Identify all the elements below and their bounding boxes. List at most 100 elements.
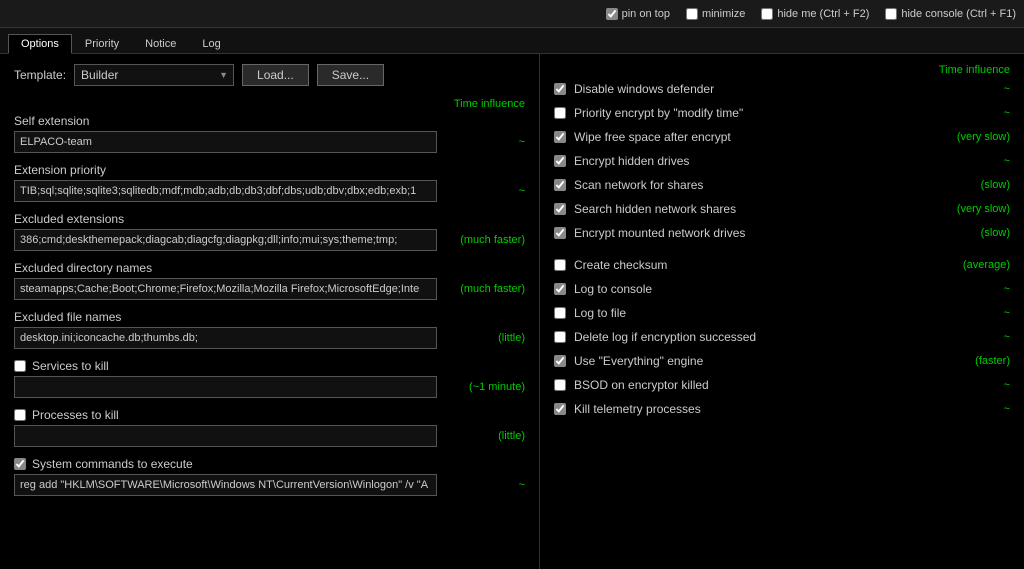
checkbox-encrypt-mounted-network-drives[interactable]	[554, 227, 566, 239]
option-note-encrypt-hidden-drives: ~	[940, 155, 1010, 167]
check-hide-console[interactable]: hide console (Ctrl + F1)	[885, 8, 1016, 20]
checkbox-disable-windows-defender[interactable]	[554, 83, 566, 95]
checkbox-pin-on-top[interactable]	[606, 8, 618, 20]
option-note-priority-encrypt-modify-time: ~	[940, 107, 1010, 119]
checkbox-search-hidden-network-shares[interactable]	[554, 203, 566, 215]
checkbox-wipe-free-space[interactable]	[554, 131, 566, 143]
option-note-log-to-file: ~	[940, 307, 1010, 319]
option-label-priority-encrypt-modify-time: Priority encrypt by "modify time"	[574, 106, 940, 120]
field-label-self-extension: Self extension	[14, 114, 525, 128]
option-note-delete-log-if-encryption-successed: ~	[940, 331, 1010, 343]
option-row-log-to-console: Log to console~	[554, 280, 1010, 298]
tabs-bar: OptionsPriorityNoticeLog	[0, 28, 1024, 54]
field-label-system-commands: System commands to execute	[14, 457, 525, 471]
option-row-create-checksum: Create checksum(average)	[554, 256, 1010, 274]
main-content: Template: Builder Default Load... Save..…	[0, 54, 1024, 569]
label-text-excluded-directory-names: Excluded directory names	[14, 261, 152, 275]
option-label-search-hidden-network-shares: Search hidden network shares	[574, 202, 940, 216]
input-excluded-directory-names[interactable]	[14, 278, 437, 300]
load-button[interactable]: Load...	[242, 64, 309, 86]
field-label-excluded-file-names: Excluded file names	[14, 310, 525, 324]
check-label-hide-console: hide console (Ctrl + F1)	[901, 8, 1016, 20]
checkbox-priority-encrypt-modify-time[interactable]	[554, 107, 566, 119]
field-section-extension-priority: Extension priority~	[14, 163, 525, 202]
check-label-minimize: minimize	[702, 8, 745, 20]
checkbox-services-to-kill[interactable]	[14, 360, 26, 372]
tab-options[interactable]: Options	[8, 34, 72, 54]
checkbox-system-commands[interactable]	[14, 458, 26, 470]
option-row-encrypt-hidden-drives: Encrypt hidden drives~	[554, 152, 1010, 170]
input-system-commands[interactable]	[14, 474, 437, 496]
option-label-log-to-console: Log to console	[574, 282, 940, 296]
checkbox-scan-network-shares[interactable]	[554, 179, 566, 191]
option-note-create-checksum: (average)	[940, 259, 1010, 271]
tab-log[interactable]: Log	[189, 34, 233, 54]
option-note-log-to-console: ~	[940, 283, 1010, 295]
option-label-encrypt-mounted-network-drives: Encrypt mounted network drives	[574, 226, 940, 240]
check-label-pin-on-top: pin on top	[622, 8, 670, 20]
input-excluded-extensions[interactable]	[14, 229, 437, 251]
field-row-excluded-directory-names: (much faster)	[14, 278, 525, 300]
checkbox-minimize[interactable]	[686, 8, 698, 20]
checkbox-log-to-file[interactable]	[554, 307, 566, 319]
field-row-self-extension: ~	[14, 131, 525, 153]
checkbox-log-to-console[interactable]	[554, 283, 566, 295]
field-label-processes-to-kill: Processes to kill	[14, 408, 525, 422]
option-row-priority-encrypt-modify-time: Priority encrypt by "modify time"~	[554, 104, 1010, 122]
option-row-use-everything-engine: Use "Everything" engine(faster)	[554, 352, 1010, 370]
save-button[interactable]: Save...	[317, 64, 384, 86]
option-row-delete-log-if-encryption-successed: Delete log if encryption successed~	[554, 328, 1010, 346]
checkbox-use-everything-engine[interactable]	[554, 355, 566, 367]
check-minimize[interactable]: minimize	[686, 8, 745, 20]
checkbox-encrypt-hidden-drives[interactable]	[554, 155, 566, 167]
left-time-influence-header: Time influence	[14, 98, 525, 110]
tab-notice[interactable]: Notice	[132, 34, 189, 54]
field-section-system-commands: System commands to execute ~	[14, 457, 525, 496]
field-section-services-to-kill: Services to kill(~1 minute)	[14, 359, 525, 398]
tab-priority[interactable]: Priority	[72, 34, 132, 54]
checkbox-processes-to-kill[interactable]	[14, 409, 26, 421]
option-label-wipe-free-space: Wipe free space after encrypt	[574, 130, 940, 144]
input-processes-to-kill[interactable]	[14, 425, 437, 447]
input-excluded-file-names[interactable]	[14, 327, 437, 349]
title-bar-checks: pin on top minimize hide me (Ctrl + F2) hid…	[606, 8, 1016, 20]
label-text-extension-priority: Extension priority	[14, 163, 106, 177]
time-note-system-commands: ~	[445, 479, 525, 491]
option-label-kill-telemetry-processes: Kill telemetry processes	[574, 402, 940, 416]
option-note-disable-windows-defender: ~	[940, 83, 1010, 95]
check-pin-on-top[interactable]: pin on top	[606, 8, 670, 20]
checkbox-kill-telemetry-processes[interactable]	[554, 403, 566, 415]
option-note-encrypt-mounted-network-drives: (slow)	[940, 227, 1010, 239]
time-note-excluded-directory-names: (much faster)	[445, 283, 525, 295]
template-select-wrap[interactable]: Builder Default	[74, 64, 234, 86]
option-row-wipe-free-space: Wipe free space after encrypt(very slow)	[554, 128, 1010, 146]
option-row-search-hidden-network-shares: Search hidden network shares(very slow)	[554, 200, 1010, 218]
template-select[interactable]: Builder Default	[74, 64, 234, 86]
option-label-use-everything-engine: Use "Everything" engine	[574, 354, 940, 368]
option-note-kill-telemetry-processes: ~	[940, 403, 1010, 415]
checkbox-bsod-on-encryptor-killed[interactable]	[554, 379, 566, 391]
time-note-excluded-file-names: (little)	[445, 332, 525, 344]
left-panel: Template: Builder Default Load... Save..…	[0, 54, 540, 569]
option-note-bsod-on-encryptor-killed: ~	[940, 379, 1010, 391]
input-services-to-kill[interactable]	[14, 376, 437, 398]
option-row-scan-network-shares: Scan network for shares(slow)	[554, 176, 1010, 194]
checkbox-create-checksum[interactable]	[554, 259, 566, 271]
field-section-excluded-extensions: Excluded extensions(much faster)	[14, 212, 525, 251]
checkbox-delete-log-if-encryption-successed[interactable]	[554, 331, 566, 343]
field-row-system-commands: ~	[14, 474, 525, 496]
option-note-search-hidden-network-shares: (very slow)	[940, 203, 1010, 215]
checkbox-hide-me[interactable]	[761, 8, 773, 20]
left-fields-container: Self extension~Extension priority~Exclud…	[14, 114, 525, 496]
label-text-excluded-file-names: Excluded file names	[14, 310, 121, 324]
input-self-extension[interactable]	[14, 131, 437, 153]
label-text-system-commands: System commands to execute	[32, 457, 193, 471]
input-extension-priority[interactable]	[14, 180, 437, 202]
label-text-excluded-extensions: Excluded extensions	[14, 212, 124, 226]
option-note-wipe-free-space: (very slow)	[940, 131, 1010, 143]
divider-divider1	[554, 248, 1010, 256]
checkbox-hide-console[interactable]	[885, 8, 897, 20]
check-hide-me[interactable]: hide me (Ctrl + F2)	[761, 8, 869, 20]
label-text-processes-to-kill: Processes to kill	[32, 408, 119, 422]
label-text-self-extension: Self extension	[14, 114, 89, 128]
